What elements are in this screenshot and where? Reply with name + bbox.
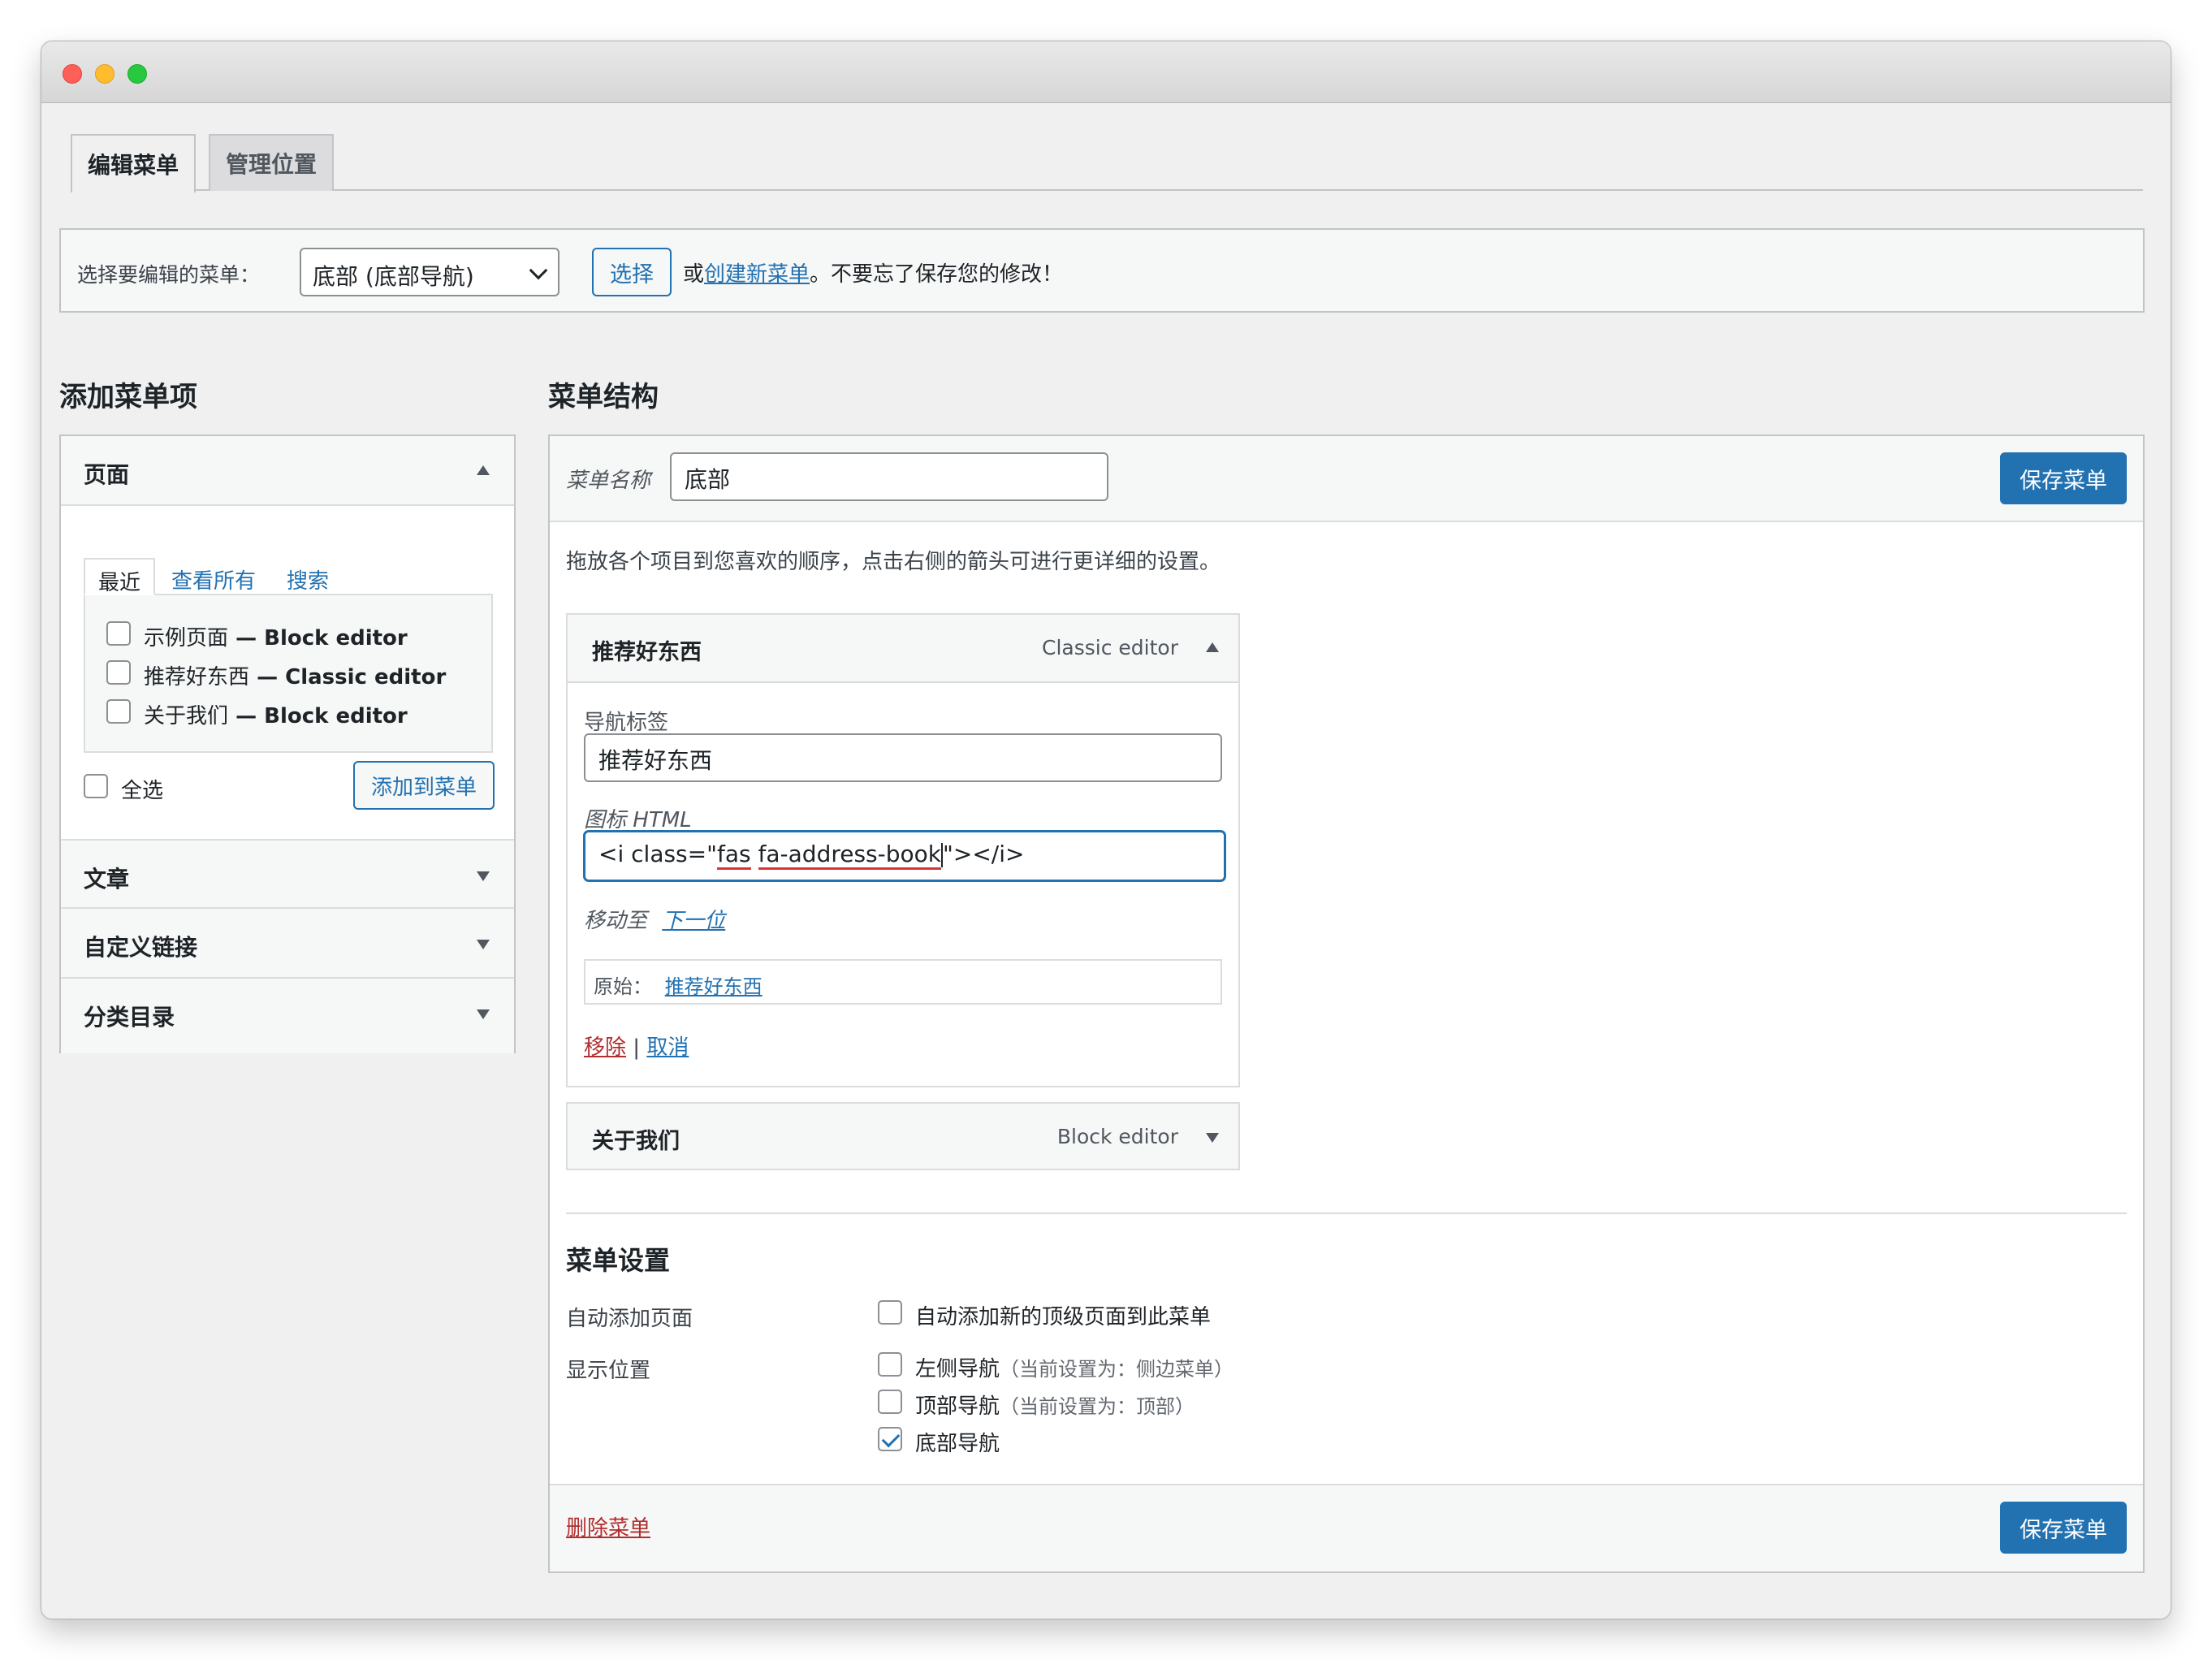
move-controls: 移动至 下一位 — [584, 904, 725, 934]
add-items-accordion: 页面 最近 查看所有 搜索 示例页面 — Block editor 推荐好东西 … — [59, 434, 516, 1053]
triangle-down-icon[interactable] — [1206, 1133, 1219, 1143]
minimize-window-button[interactable] — [95, 64, 114, 84]
select-menu-button[interactable]: 选择 — [592, 248, 672, 296]
original-label: 原始： — [594, 975, 652, 998]
close-window-button[interactable] — [63, 64, 82, 84]
move-down-link[interactable]: 下一位 — [662, 909, 725, 933]
tab-divider — [71, 189, 2143, 191]
menu-select-dropdown[interactable]: 底部 (底部导航) — [300, 248, 559, 296]
categories-section-title: 分类目录 — [84, 1004, 175, 1031]
icon-html-label: 图标 HTML — [584, 808, 692, 832]
location-top-checkbox[interactable] — [878, 1390, 902, 1414]
cancel-item-link[interactable]: 取消 — [646, 1035, 689, 1060]
nav-label-label: 导航标签 — [584, 711, 669, 735]
menu-select-value: 底部 (底部导航) — [313, 263, 474, 290]
recent-pages-list: 示例页面 — Block editor 推荐好东西 — Classic edit… — [84, 594, 493, 753]
triangle-down-icon — [477, 871, 490, 881]
original-page-link[interactable]: 推荐好东西 — [665, 975, 763, 998]
pages-tabs: 最近 查看所有 搜索 — [84, 558, 493, 595]
save-menu-button-bottom[interactable]: 保存菜单 — [2000, 1502, 2127, 1554]
auto-add-checkbox[interactable] — [878, 1300, 902, 1325]
delete-menu-link[interactable]: 删除菜单 — [566, 1511, 650, 1541]
action-separator: | — [626, 1035, 647, 1060]
posts-section-title: 文章 — [84, 866, 130, 893]
triangle-up-icon — [477, 465, 490, 475]
original-page-box: 原始： 推荐好东西 — [584, 959, 1222, 1005]
select-all-label: 全选 — [121, 779, 164, 803]
tab-recent[interactable]: 最近 — [84, 558, 156, 595]
item-actions: 移除 | 取消 — [584, 1031, 689, 1061]
menu-settings-heading: 菜单设置 — [566, 1245, 671, 1276]
tab-view-all[interactable]: 查看所有 — [158, 558, 269, 595]
tab-edit-menus[interactable]: 编辑菜单 — [71, 134, 196, 192]
settings-divider — [566, 1213, 2127, 1214]
list-item: 关于我们 — Block editor — [144, 704, 408, 728]
list-item: 推荐好东西 — Classic editor — [144, 665, 447, 690]
menu-item-expanded: 推荐好东西 Classic editor 导航标签 推荐好东西 图标 HTML … — [566, 613, 1240, 1087]
save-reminder-text: 。不要忘了保存您的修改！ — [810, 262, 1064, 287]
menu-item-collapsed: 关于我们 Block editor — [566, 1102, 1240, 1170]
menu-name-input[interactable]: 底部 — [670, 452, 1108, 501]
location-bottom-label: 底部导航 — [915, 1432, 1000, 1456]
custom-links-section-title: 自定义链接 — [84, 934, 198, 961]
page-checkbox[interactable] — [106, 621, 131, 646]
pages-section-title: 页面 — [84, 461, 130, 488]
create-menu-hint: 或创建新菜单。不要忘了保存您的修改！ — [683, 257, 1063, 287]
custom-links-section-header[interactable]: 自定义链接 — [61, 909, 514, 979]
remove-item-link[interactable]: 移除 — [584, 1035, 626, 1060]
menu-select-bar: 选择要编辑的菜单： 底部 (底部导航) 选择 或创建新菜单。不要忘了保存您的修改… — [59, 228, 2145, 313]
title-bar — [41, 41, 2171, 103]
posts-section-header[interactable]: 文章 — [61, 839, 514, 909]
browser-window: 编辑菜单 管理位置 选择要编辑的菜单： 底部 (底部导航) 选择 或创建新菜单。… — [41, 41, 2171, 1619]
menu-name-bar: 菜单名称 底部 保存菜单 — [550, 436, 2143, 522]
menu-select-label: 选择要编辑的菜单： — [77, 263, 261, 287]
categories-section-header[interactable]: 分类目录 — [61, 979, 514, 1053]
chevron-down-icon — [529, 261, 548, 280]
select-all-checkbox[interactable] — [84, 774, 108, 798]
auto-add-option-label: 自动添加新的顶级页面到此菜单 — [915, 1305, 1212, 1329]
auto-add-label: 自动添加页面 — [566, 1307, 693, 1331]
or-text: 或 — [683, 262, 705, 287]
triangle-up-icon[interactable] — [1206, 642, 1219, 652]
menu-item-title: 推荐好东西 — [592, 640, 702, 665]
triangle-down-icon — [477, 1009, 490, 1019]
menu-structure-panel: 菜单名称 底部 保存菜单 拖放各个项目到您喜欢的顺序，点击右侧的箭头可进行更详细… — [548, 434, 2145, 1573]
icon-html-input[interactable]: <i class="fas fa-address-book"></i> — [584, 831, 1225, 881]
location-bottom-checkbox[interactable] — [878, 1427, 902, 1451]
menu-item-type: Classic editor — [1042, 636, 1178, 659]
location-left-checkbox[interactable] — [878, 1352, 902, 1377]
location-left-label: 左侧导航（当前设置为：侧边菜单） — [915, 1357, 1234, 1381]
create-new-menu-link[interactable]: 创建新菜单 — [704, 262, 810, 287]
display-location-label: 显示位置 — [566, 1359, 651, 1383]
triangle-down-icon — [477, 940, 490, 949]
zoom-window-button[interactable] — [127, 64, 147, 84]
nav-label-input[interactable]: 推荐好东西 — [584, 733, 1222, 782]
menu-item-title: 关于我们 — [592, 1129, 680, 1154]
location-top-label: 顶部导航（当前设置为：顶部） — [915, 1394, 1195, 1419]
move-to-label: 移动至 — [584, 909, 648, 933]
page-checkbox[interactable] — [106, 660, 131, 685]
menu-structure-heading: 菜单结构 — [548, 381, 659, 413]
save-menu-button-top[interactable]: 保存菜单 — [2000, 452, 2127, 504]
page-checkbox[interactable] — [106, 699, 131, 724]
menu-name-label: 菜单名称 — [566, 469, 651, 493]
pages-section-header[interactable]: 页面 — [61, 436, 514, 506]
menu-item-header[interactable]: 关于我们 Block editor — [568, 1104, 1238, 1169]
menu-footer-bar: 删除菜单 保存菜单 — [550, 1484, 2143, 1571]
tab-manage-locations[interactable]: 管理位置 — [209, 134, 334, 191]
tab-search[interactable]: 搜索 — [274, 558, 342, 595]
add-to-menu-button[interactable]: 添加到菜单 — [353, 761, 495, 810]
add-menu-items-heading: 添加菜单项 — [59, 381, 197, 413]
menu-item-header[interactable]: 推荐好东西 Classic editor — [568, 615, 1238, 683]
menu-item-type: Block editor — [1056, 1125, 1178, 1148]
instructions-text: 拖放各个项目到您喜欢的顺序，点击右侧的箭头可进行更详细的设置。 — [566, 550, 1221, 574]
list-item: 示例页面 — Block editor — [144, 626, 408, 651]
